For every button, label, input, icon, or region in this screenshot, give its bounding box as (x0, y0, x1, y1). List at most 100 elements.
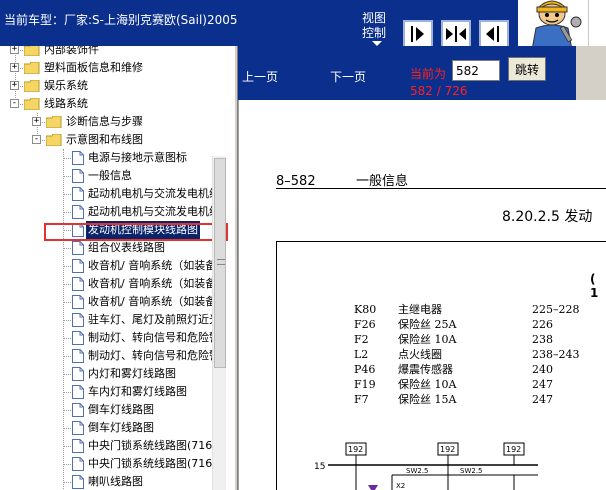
component-legend: K80 主继电器 225–228 F26 保险丝 25A 226 F2 保险丝 10A 238 L… (354, 302, 580, 407)
tree-item[interactable]: 制动灯、转向信号和危险警 (0, 329, 220, 347)
document-icon (72, 331, 84, 345)
jump-button[interactable]: 跳转 (508, 57, 546, 81)
folder-icon (24, 80, 40, 92)
document-view[interactable]: 8–582 一般信息 8.20.2.5 发动 ( 1 K80 主继电器 225–228… (238, 100, 606, 490)
legend-page: 225–228 (532, 303, 580, 316)
tree-item[interactable]: 收音机/ 音响系统（如装备 (0, 293, 216, 311)
page-header: 8–582 一般信息 (276, 170, 408, 189)
tree-item[interactable]: 倒车灯线路图 (0, 401, 212, 419)
tree-item[interactable]: + 娱乐系统 (0, 77, 212, 95)
collapse-icon[interactable]: - (10, 99, 19, 108)
legend-name: 保险丝 25A (398, 318, 457, 331)
folder-icon (24, 98, 40, 110)
document-icon (72, 475, 84, 489)
legend-code: L2 (354, 348, 369, 361)
document-icon (72, 187, 84, 201)
tree-item[interactable]: 喇叭线路图 (0, 473, 212, 490)
tree-item[interactable]: 制动灯、转向信号和危险警 (0, 347, 220, 365)
tree-item[interactable]: 一般信息 (0, 167, 212, 185)
tree-item[interactable]: - 示意图和布线图 (0, 131, 212, 149)
page-heading: 一般信息 (356, 174, 409, 189)
ground-marker-icon (368, 485, 378, 490)
document-icon (72, 457, 84, 471)
section-title: 8.20.2.5 发动 (502, 209, 593, 225)
arrows-inward-icon (446, 26, 466, 42)
view-next-button[interactable] (403, 20, 433, 48)
legend-page: 247 (532, 378, 553, 391)
document-icon (72, 277, 84, 291)
tree-scrollbar[interactable] (212, 156, 226, 490)
prev-page-link[interactable]: 上一页 (242, 68, 278, 85)
view-control-label[interactable]: 视图控制 (362, 11, 390, 41)
vehicle-info: 当前车型：厂家:S-上海别克赛欧(Sail)2005 (4, 13, 238, 27)
tree-item[interactable]: - 线路系统 (0, 95, 212, 113)
tree-item[interactable]: 起动机电机与交流发电机线 (0, 203, 220, 221)
tree-item-label: 喇叭线路图 (88, 475, 143, 488)
tree-item[interactable]: 收音机/ 音响系统（如装备 (0, 257, 216, 275)
tree-item[interactable]: 车内灯和雾灯线路图 (0, 383, 212, 401)
tree-item-label: 诊断信息与步骤 (66, 115, 143, 128)
tree-item[interactable]: 电源与接地示意图标 (0, 149, 212, 167)
legend-page: 238–243 (532, 348, 580, 361)
page-nav-bar: 上一页 下一页 当前为 跳转 582 / 726 (238, 46, 576, 100)
document-icon (72, 439, 84, 453)
tree-item-label: 组合仪表线路图 (88, 241, 165, 254)
connector-label-3: 192 (506, 445, 521, 454)
legend-code: F19 (354, 378, 376, 391)
tree-panel[interactable]: + 内部装饰件 + 塑料面板信息和维修 + 娱乐系统 - 线路系统 + 诊断信息与步骤 - 示意图和布… (0, 46, 234, 490)
legend-row: F19 保险丝 10A 247 (354, 377, 580, 392)
page-count: 582 / 726 (410, 84, 468, 98)
tree-item-label: 示意图和布线图 (66, 133, 143, 146)
view-fit-button[interactable] (441, 20, 471, 48)
tree-item[interactable]: + 诊断信息与步骤 (0, 113, 212, 131)
expand-icon[interactable]: + (32, 117, 41, 126)
tree-item-label: 起动机电机与交流发电机线 (88, 187, 220, 200)
document-icon (72, 259, 84, 273)
connector-label-2: 192 (440, 445, 455, 454)
folder-icon (24, 46, 40, 56)
switch-label-1: SW2.5 (406, 467, 429, 475)
tree-item-label: 收音机/ 音响系统（如装备 (88, 277, 217, 290)
document-icon (72, 205, 84, 219)
next-page-link[interactable]: 下一页 (330, 68, 366, 85)
switch-label-2: SW2.5 (460, 467, 483, 475)
legend-row: K80 主继电器 225–228 (354, 302, 580, 317)
tree-item[interactable]: 组合仪表线路图 (0, 239, 212, 257)
legend-name: 点火线圈 (398, 348, 442, 361)
nav-bar-filler (576, 46, 606, 100)
tree-item-label: 车内灯和雾灯线路图 (88, 385, 187, 398)
legend-page: 226 (532, 318, 553, 331)
view-prev-button[interactable] (479, 20, 509, 48)
legend-code: F2 (354, 333, 369, 346)
page-number-input[interactable] (452, 60, 500, 81)
legend-name: 保险丝 10A (398, 333, 457, 346)
tree-item[interactable]: 收音机/ 音响系统（如装备 (0, 275, 216, 293)
tree-item-label: 制动灯、转向信号和危险警 (88, 331, 220, 344)
tree-item[interactable]: 内灯和雾灯线路图 (0, 365, 212, 383)
tree-scroll-thumb[interactable] (214, 158, 226, 368)
tree-item[interactable]: 倒车灯线路图 (0, 419, 212, 437)
legend-row: F7 保险丝 15A 247 (354, 392, 580, 407)
tree-item-label: 倒车灯线路图 (88, 421, 154, 434)
arrow-left-bar-icon (486, 26, 499, 42)
tree-item[interactable]: 中央门锁系统线路图(716 (0, 455, 212, 473)
top-bar: 当前车型：厂家:S-上海别克赛欧(Sail)2005 视图控制 (0, 0, 606, 50)
tree-item-label: 起动机电机与交流发电机线 (88, 205, 220, 218)
expand-icon[interactable]: + (10, 63, 19, 72)
legend-name: 主继电器 (398, 303, 442, 316)
tree-item-label: 内部装饰件 (44, 46, 99, 56)
tree-item-label: 娱乐系统 (44, 79, 88, 92)
expand-icon[interactable]: + (10, 46, 19, 54)
collapse-icon[interactable]: - (32, 135, 41, 144)
tree-item[interactable]: + 内部装饰件 (0, 46, 212, 59)
tree-item[interactable]: 驻车灯、尾灯及前照灯近光 (0, 311, 220, 329)
folder-icon (24, 62, 40, 74)
mechanic-mascot-icon (518, 0, 588, 50)
document-icon (72, 295, 84, 309)
header-rule (276, 188, 606, 189)
tree-item[interactable]: 起动机电机与交流发电机线 (0, 185, 220, 203)
tree-item[interactable]: 中央门锁系统线路图(716 (0, 437, 212, 455)
tree-item-label: 驻车灯、尾灯及前照灯近光 (88, 313, 220, 326)
tree-item[interactable]: + 塑料面板信息和维修 (0, 59, 212, 77)
expand-icon[interactable]: + (10, 81, 19, 90)
